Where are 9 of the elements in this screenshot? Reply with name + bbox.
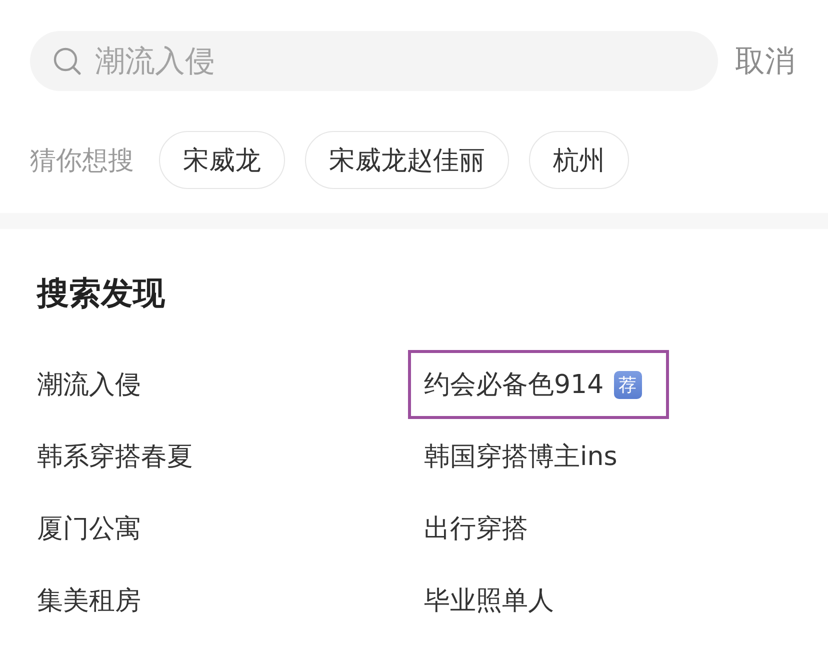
search-field[interactable]: 潮流入侵: [30, 31, 718, 91]
suggestion-chip[interactable]: 宋威龙赵佳丽: [305, 131, 509, 189]
suggestions-label: 猜你想搜: [30, 144, 134, 178]
section-title: 搜索发现: [37, 273, 165, 313]
suggestion-chip[interactable]: 宋威龙: [159, 131, 285, 189]
search-icon: [53, 47, 81, 75]
suggestion-chip[interactable]: 杭州: [529, 131, 629, 189]
discover-item[interactable]: 约会必备色914 荐: [408, 350, 669, 419]
recommend-badge: 荐: [614, 370, 642, 398]
